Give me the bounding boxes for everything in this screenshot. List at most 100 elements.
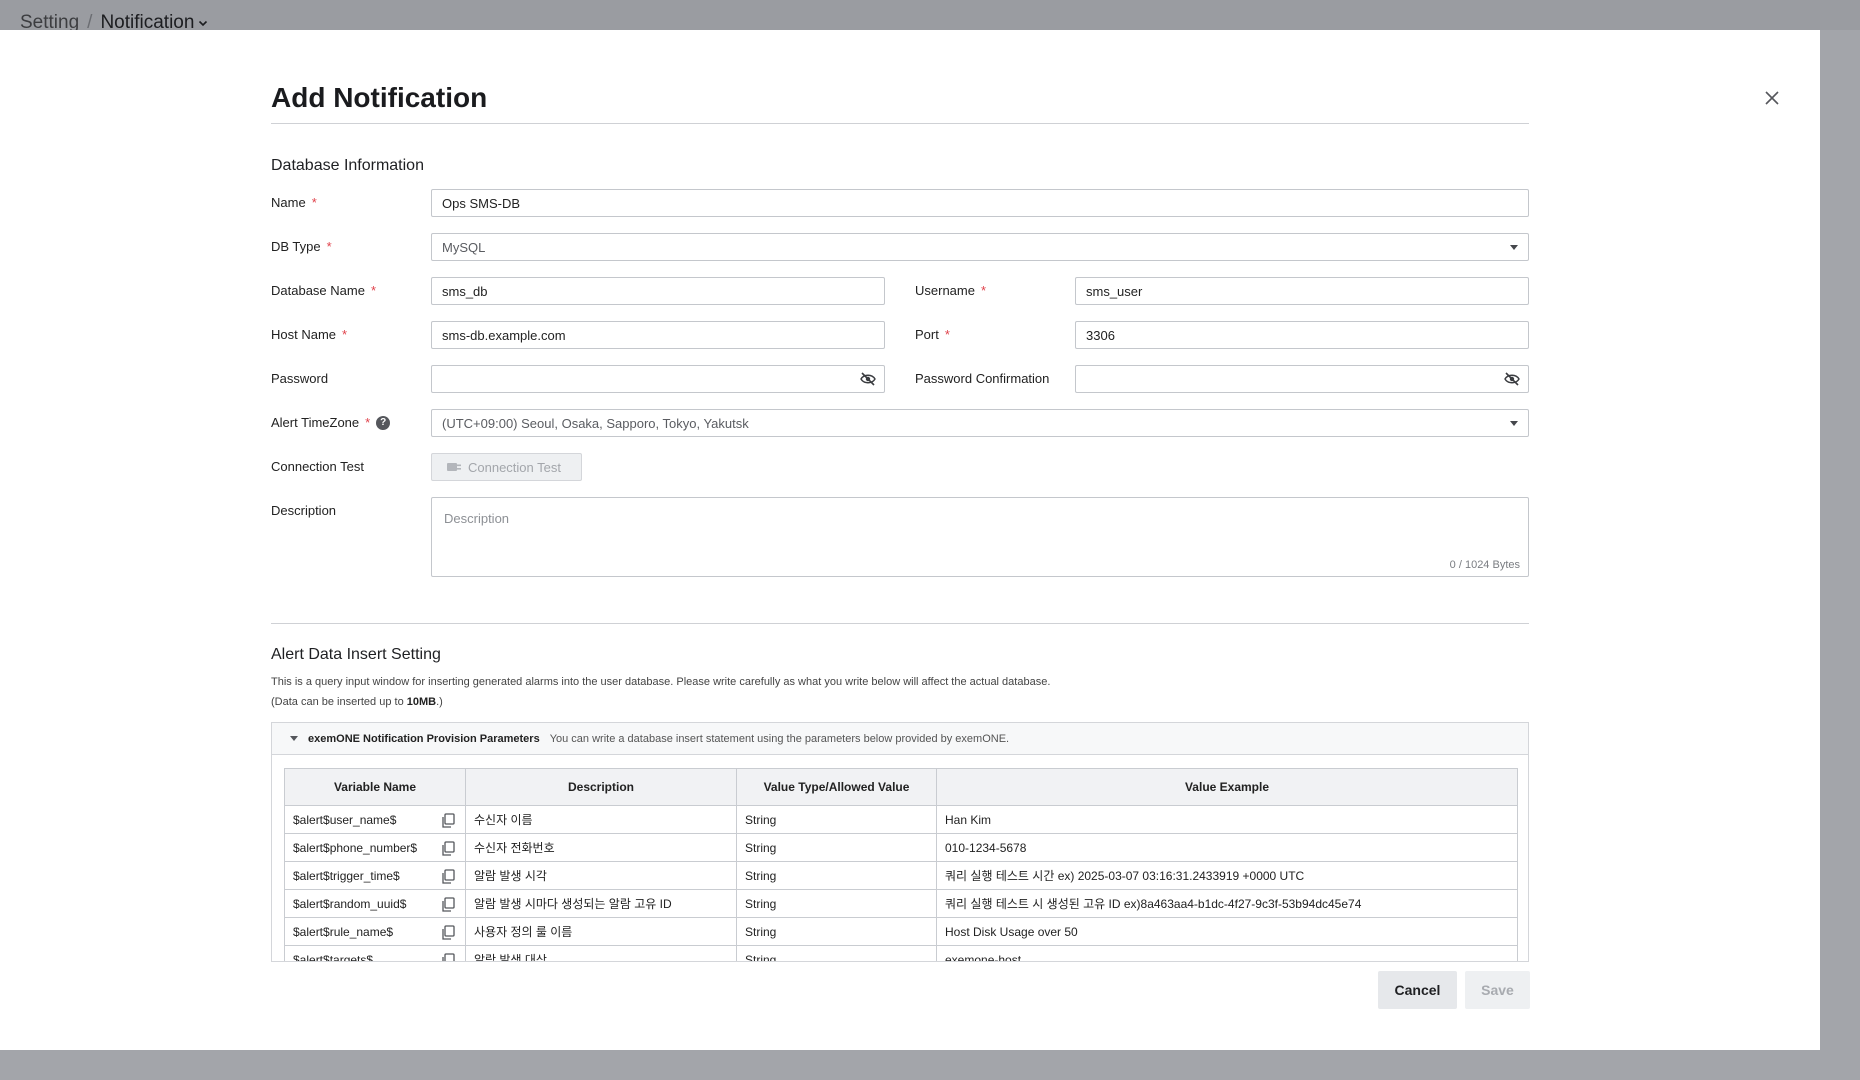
connection-test-label-text: Connection Test [271,459,364,474]
name-input[interactable]: Ops SMS-DB [431,189,1529,217]
cell-text: String [745,812,777,827]
cell-text: $alert$user_name$ [293,812,397,827]
close-icon[interactable] [1762,88,1782,108]
table-header-row: Variable Name Description Value Type/All… [284,768,1518,806]
password-confirmation-input[interactable] [1075,365,1529,393]
port-label-text: Port [915,327,939,342]
alert-timezone-select[interactable]: (UTC+09:00) Seoul, Osaka, Sapporo, Tokyo… [431,409,1529,437]
username-input[interactable]: sms_user [1075,277,1529,305]
column-header: Description [465,768,737,806]
table-row: $alert$targets$ 알람 발생 대상 String exemone-hos… [284,945,1518,962]
cell-text: 사용자 정의 룰 이름 [474,925,573,939]
parameters-panel-desc: You can write a database insert statemen… [549,732,1010,745]
parameters-panel-header[interactable]: exemONE Notification Provision Parameter… [272,723,1528,755]
name-value: Ops SMS-DB [442,195,521,211]
port-input[interactable]: 3306 [1075,321,1529,349]
variable-name-cell: $alert$targets$ [284,945,466,962]
password-label: Password [271,371,328,386]
cell-text: 알람 발생 대상 [474,953,547,962]
caret-down-icon [290,736,298,741]
host-name-input[interactable]: sms-db.example.com [431,321,885,349]
value-example-cell: 쿼리 실행 테스트 시 생성된 고유 ID ex)8a463aa4-b1dc-4… [936,889,1518,918]
copy-icon[interactable] [441,925,455,940]
plug-icon [447,463,461,471]
value-example-cell: Host Disk Usage over 50 [936,917,1518,946]
cell-text: 쿼리 실행 테스트 시간 ex) 2025-03-07 03:16:31.243… [945,869,1305,883]
username-value: sms_user [1086,283,1143,299]
value-type-cell: String [736,805,937,834]
description-textarea[interactable]: Description 0 / 1024 Bytes [431,497,1529,577]
column-header: Value Type/Allowed Value [736,768,937,806]
insert-size-limit: 10MB [406,696,437,708]
alert-timezone-label: Alert TimeZone * ? [271,415,391,430]
copy-icon[interactable] [441,841,455,856]
variable-name-cell: $alert$phone_number$ [284,833,466,862]
password-confirmation-label-text: Password Confirmation [915,371,1050,386]
insert-note: This is a query input window for inserti… [271,676,1051,688]
variable-name-cell: $alert$rule_name$ [284,917,466,946]
username-label-text: Username [915,283,975,298]
background-strip-bottom [0,1050,1860,1080]
column-header: Variable Name [284,768,466,806]
help-icon[interactable]: ? [376,415,391,430]
connection-test-button[interactable]: Connection Test [431,453,582,481]
parameters-panel-title: exemONE Notification Provision Parameter… [308,732,540,745]
alert-timezone-label-text: Alert TimeZone [271,415,360,430]
value-type-cell: String [736,889,937,918]
copy-icon[interactable] [441,869,455,884]
insert-size-suffix: .) [436,696,443,708]
required-mark: * [370,283,377,298]
cell-text: Han Kim [945,812,992,827]
variable-name-cell: $alert$random_uuid$ [284,889,466,918]
description-cell: 알람 발생 대상 [465,945,737,962]
db-type-select[interactable]: MySQL [431,233,1529,261]
password-confirmation-label: Password Confirmation [915,371,1049,386]
required-mark: * [944,327,950,342]
required-mark: * [311,195,317,210]
db-type-value: MySQL [442,239,486,255]
password-label-text: Password [271,371,329,386]
table-row: $alert$rule_name$ 사용자 정의 룰 이름 String Host D… [284,917,1518,946]
description-cell: 수신자 이름 [465,805,737,834]
cancel-button[interactable]: Cancel [1378,971,1457,1009]
background-strip-right [1820,30,1860,1080]
cell-text: 쿼리 실행 테스트 시 생성된 고유 ID ex)8a463aa4-b1dc-4… [945,897,1362,911]
table-row: $alert$trigger_time$ 알람 발생 시각 String 쿼리 실행 … [284,861,1518,890]
description-placeholder: Description [444,511,510,526]
chevron-down-icon [199,20,208,27]
value-example-cell: 010-1234-5678 [936,833,1518,862]
db-type-label-text: DB Type [271,239,321,254]
variable-name-cell: $alert$user_name$ [284,805,466,834]
copy-icon[interactable] [441,953,455,962]
required-mark: * [980,283,987,298]
copy-icon[interactable] [441,813,455,828]
copy-icon[interactable] [441,897,455,912]
save-button[interactable]: Save [1465,971,1530,1009]
cell-text: String [745,896,777,911]
description-cell: 사용자 정의 룰 이름 [465,917,737,946]
cell-text: String [745,840,777,855]
parameters-table: Variable Name Description Value Type/All… [284,768,1518,962]
cell-text: $alert$random_uuid$ [293,896,407,911]
description-label: Description [271,503,336,518]
modal-title: Add Notification [271,82,488,113]
caret-down-icon [1510,420,1518,426]
eye-off-icon[interactable] [1504,372,1520,386]
description-cell: 알람 발생 시각 [465,861,737,890]
database-name-input[interactable]: sms_db [431,277,885,305]
description-label-text: Description [271,503,337,518]
database-name-value: sms_db [442,283,488,299]
host-name-value: sms-db.example.com [442,327,566,343]
eye-off-icon[interactable] [860,372,876,386]
value-example-cell: Han Kim [936,805,1518,834]
cell-text: 수신자 전화번호 [474,841,555,855]
password-input[interactable] [431,365,885,393]
db-type-label: DB Type * [271,239,332,254]
host-name-label: Host Name * [271,327,347,342]
cell-text: $alert$targets$ [293,952,374,962]
required-mark: * [326,239,332,254]
value-example-cell: exemone-host [936,945,1518,961]
cell-text: 알람 발생 시마다 생성되는 알람 고유 ID [474,897,672,911]
description-cell: 수신자 전화번호 [465,833,737,862]
add-notification-modal: Add Notification Database Information Na… [0,30,1820,1050]
